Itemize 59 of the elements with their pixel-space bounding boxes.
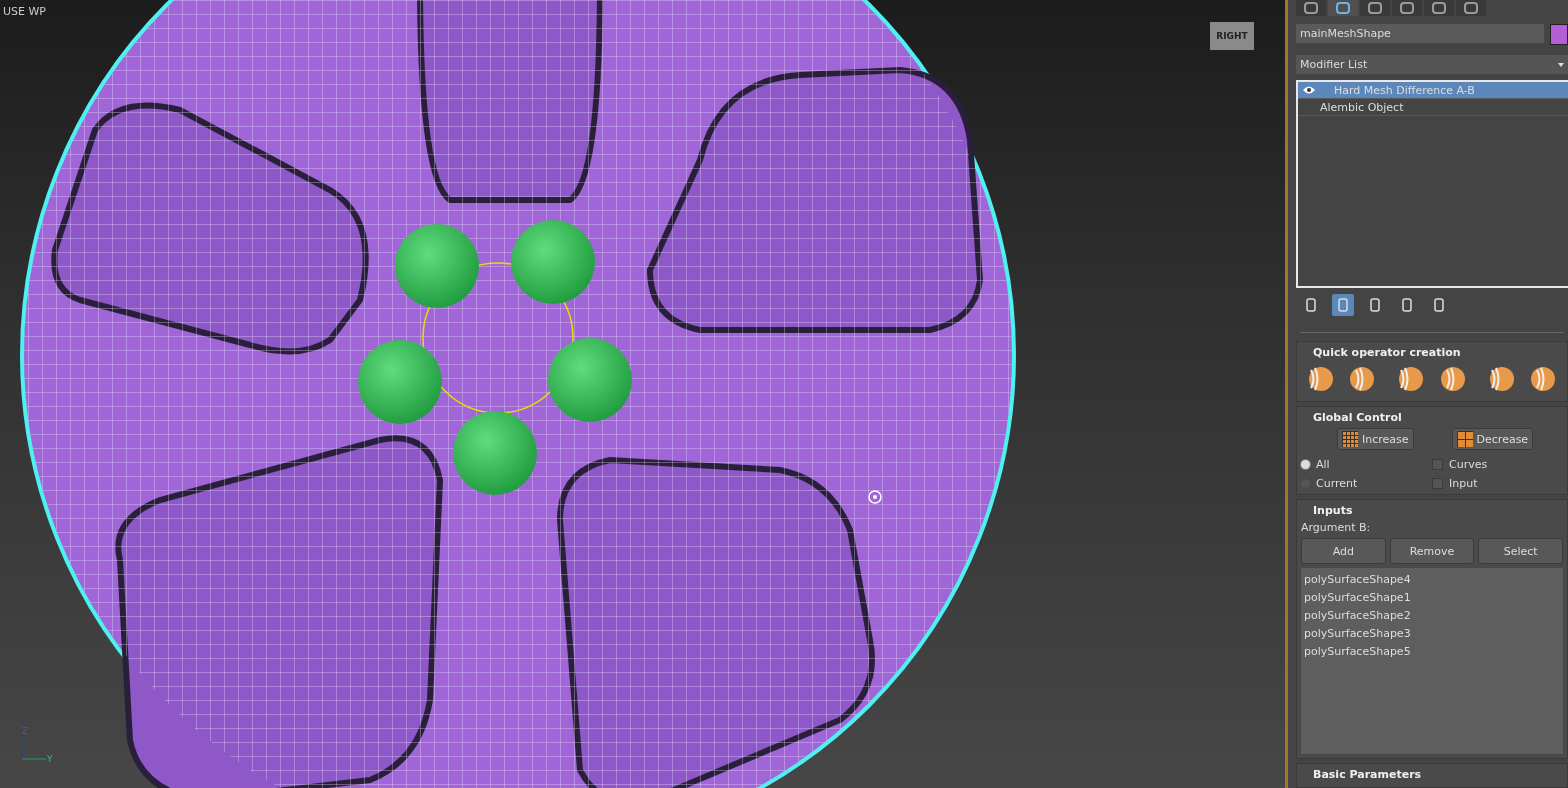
tool-icon	[1336, 297, 1350, 313]
checkbox-label: Curves	[1449, 458, 1488, 471]
radio-option[interactable]: Current	[1301, 477, 1432, 490]
argument-label: Argument B:	[1301, 521, 1372, 534]
tessellation-button[interactable]: Increase	[1337, 428, 1414, 450]
tool-icon	[1400, 297, 1414, 313]
tool-icon	[1304, 297, 1318, 313]
input-list-item[interactable]: polySurfaceShape2	[1304, 607, 1560, 625]
checkbox[interactable]	[1432, 478, 1443, 489]
rollout-title[interactable]: Inputs	[1301, 502, 1563, 519]
command-panel-tab[interactable]	[1424, 0, 1454, 16]
stack-tool-button[interactable]	[1332, 294, 1354, 316]
command-panel-tab[interactable]	[1392, 0, 1422, 16]
radio-button[interactable]	[1301, 460, 1310, 469]
rollout-title[interactable]: Basic Parameters	[1301, 766, 1563, 783]
command-panel-tab[interactable]	[1328, 0, 1358, 16]
axis-label: Y	[47, 754, 53, 764]
input-button[interactable]: Select	[1478, 538, 1563, 564]
tab-icon	[1461, 1, 1481, 15]
input-list-item[interactable]: polySurfaceShape4	[1304, 571, 1560, 589]
caret-icon	[1558, 62, 1564, 67]
input-list-item[interactable]: polySurfaceShape1	[1304, 589, 1560, 607]
radio-label: Current	[1316, 477, 1358, 490]
rotate-cursor-icon	[867, 489, 883, 505]
viewcube[interactable]: RIGHT	[1210, 22, 1254, 50]
radio-option[interactable]: All	[1301, 458, 1432, 471]
input-button[interactable]: Remove	[1389, 538, 1475, 564]
object-name-field[interactable]: mainMeshShape	[1296, 24, 1544, 43]
input-list-item[interactable]: polySurfaceShape3	[1304, 625, 1560, 643]
tool-icon	[1432, 297, 1446, 313]
object-color-swatch[interactable]	[1550, 24, 1568, 45]
rollout-title[interactable]: Global Control	[1301, 409, 1563, 426]
tessellation-button[interactable]: Decrease	[1451, 428, 1534, 450]
command-panel-tab[interactable]	[1296, 0, 1326, 16]
axis-label: Z	[22, 726, 29, 736]
command-panel-tab[interactable]	[1360, 0, 1390, 16]
modifier-list-dropdown[interactable]: Modifier List	[1296, 55, 1568, 74]
tab-icon	[1333, 1, 1353, 15]
tool-icon	[1368, 297, 1382, 313]
command-panel-tab[interactable]	[1456, 0, 1486, 16]
tab-icon	[1301, 1, 1321, 15]
checkbox-option[interactable]: Input	[1432, 477, 1563, 490]
radio-label: All	[1316, 458, 1330, 471]
tab-icon	[1397, 1, 1417, 15]
tab-icon	[1365, 1, 1385, 15]
checkbox-label: Input	[1449, 477, 1478, 490]
rollout-title[interactable]: Quick operator creation	[1301, 344, 1563, 361]
checkbox-option[interactable]: Curves	[1432, 458, 1563, 471]
eye-icon[interactable]	[1302, 85, 1316, 95]
input-button[interactable]: Add	[1301, 538, 1386, 564]
modifier-stack-item[interactable]: Alembic Object	[1298, 99, 1568, 116]
checkbox[interactable]	[1432, 459, 1443, 470]
grid-icon	[1456, 431, 1473, 447]
input-list-item[interactable]: polySurfaceShape5	[1304, 643, 1560, 661]
tab-icon	[1429, 1, 1449, 15]
modifier-stack-item[interactable]: Hard Mesh Difference A-B	[1298, 82, 1568, 99]
grid-icon	[1342, 431, 1358, 447]
viewport-label: USE WP	[3, 5, 46, 18]
axis-tripod-icon	[18, 733, 48, 763]
